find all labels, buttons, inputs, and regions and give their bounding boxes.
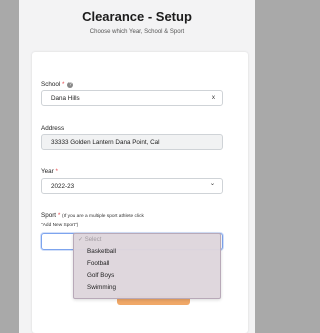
- year-label: Year *: [41, 168, 58, 175]
- address-label: Address: [41, 125, 65, 132]
- sport-option-placeholder: ✓ Select: [78, 236, 101, 243]
- placeholder-text: Select: [84, 237, 102, 243]
- school-select[interactable]: Dana Hills x: [41, 90, 223, 106]
- sport-option-swimming[interactable]: Swimming: [87, 284, 116, 291]
- required-mark: *: [55, 168, 58, 175]
- required-mark: *: [62, 81, 65, 88]
- sport-hint-continued: "Add New Sport"): [41, 223, 79, 228]
- sport-label: Sport * (If you are a multiple sport ath…: [41, 212, 144, 219]
- chevron-down-icon: ⌄: [209, 180, 215, 187]
- sport-option-golf-boys[interactable]: Golf Boys: [87, 272, 114, 279]
- school-label-text: School: [41, 81, 61, 88]
- school-value: Dana Hills: [51, 95, 80, 102]
- required-mark: *: [57, 212, 61, 219]
- clear-icon[interactable]: x: [212, 94, 215, 101]
- year-value: 2022-23: [51, 183, 75, 190]
- sport-hint: (If you are a multiple sport athlete cli…: [62, 214, 144, 219]
- page-title: Clearance - Setup: [82, 9, 192, 24]
- year-select[interactable]: 2022-23 ⌄: [41, 178, 223, 194]
- sport-option-football[interactable]: Football: [87, 260, 109, 267]
- year-label-text: Year: [41, 168, 54, 175]
- check-icon: ✓: [78, 237, 84, 243]
- school-label: School * ?: [41, 81, 74, 88]
- page-subtitle: Choose which Year, School & Sport: [89, 29, 185, 35]
- sport-dropdown[interactable]: ✓ Select Basketball Football Golf Boys S…: [73, 233, 221, 299]
- sport-option-basketball[interactable]: Basketball: [87, 248, 116, 255]
- question-circle-icon[interactable]: ?: [67, 82, 74, 88]
- address-field[interactable]: 33333 Golden Lantern Dana Point, Cal: [41, 134, 223, 150]
- address-value: 33333 Golden Lantern Dana Point, Cal: [51, 139, 160, 146]
- sport-label-text: Sport: [41, 212, 57, 219]
